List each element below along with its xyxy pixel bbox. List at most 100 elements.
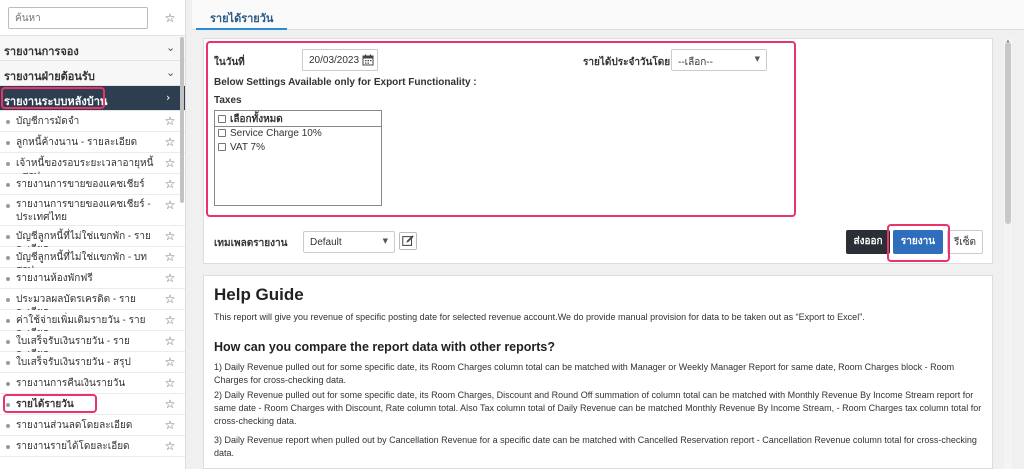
- edit-icon: [402, 235, 414, 246]
- sidebar-item-label: รายงานรายได้โดยละเอียด: [16, 441, 130, 452]
- date-label: ในวันที่: [214, 57, 245, 68]
- revenue-by-value: --เลือก--: [678, 57, 713, 68]
- export-button[interactable]: ส่งออก: [846, 230, 890, 254]
- star-icon[interactable]: ☆: [164, 335, 176, 347]
- scrollbar-thumb[interactable]: [1005, 42, 1011, 224]
- tax-option-label: VAT 7%: [230, 142, 266, 153]
- sidebar-item-label: ใบเสร็จรับเงินรายวัน - สรุป: [16, 357, 131, 368]
- help-point: 3) Daily Revenue report when pulled out …: [214, 435, 977, 458]
- group-label: รายงานฝ่ายต้อนรับ: [4, 71, 95, 83]
- search-input[interactable]: [8, 7, 148, 29]
- edit-template-button[interactable]: [399, 232, 417, 250]
- help-compare-title: How can you compare the report data with…: [214, 340, 556, 354]
- sidebar-item[interactable]: ลูกหนี้ค้างนาน - รายละเอียด ☆: [0, 132, 185, 153]
- sidebar-item[interactable]: ใบเสร็จรับเงินรายวัน - รายละเอียด☆: [0, 331, 185, 360]
- chevron-down-icon: ⌄: [166, 66, 176, 79]
- star-icon[interactable]: ☆: [164, 136, 176, 148]
- star-icon[interactable]: ☆: [164, 157, 176, 169]
- star-icon[interactable]: ☆: [164, 377, 176, 389]
- tax-select-all[interactable]: เลือกทั้งหมด: [218, 113, 283, 126]
- sidebar-item[interactable]: ค่าใช้จ่ายเพิ่มเติมรายวัน - รายละเอียด☆: [0, 310, 185, 339]
- star-icon[interactable]: ☆: [164, 314, 176, 326]
- tax-option[interactable]: Service Charge 10%: [218, 127, 322, 140]
- help-point: 1) Daily Revenue pulled out for some spe…: [214, 362, 955, 385]
- group-back-office-reports[interactable]: รายงานระบบหลังบ้าน ›: [0, 86, 185, 111]
- bullet-icon: [6, 277, 10, 281]
- star-icon[interactable]: ☆: [164, 115, 176, 127]
- sidebar-item-daily-revenue[interactable]: รายได้รายวัน ☆: [0, 394, 185, 415]
- sidebar-item[interactable]: รายงานการขายของแคชเชียร์ - ประเทศไทย ☆: [0, 195, 185, 226]
- bullet-icon: [6, 361, 10, 365]
- caret-down-icon: ▼: [382, 237, 388, 245]
- sidebar-item[interactable]: บัญชีลูกหนี้ที่ไม่ใช่แขกพัก - รายละเอียด…: [0, 226, 185, 255]
- sidebar-item[interactable]: ใบเสร็จรับเงินรายวัน - สรุป ☆: [0, 352, 185, 373]
- taxes-listbox[interactable]: เลือกทั้งหมด Service Charge 10% VAT 7%: [214, 110, 382, 206]
- star-icon[interactable]: ☆: [164, 251, 176, 263]
- bullet-icon: [6, 340, 10, 344]
- help-title: Help Guide: [214, 285, 304, 304]
- sidebar-item-label: รายงานห้องพักฟรี: [16, 273, 93, 284]
- star-icon[interactable]: ☆: [164, 356, 176, 368]
- reset-button[interactable]: รีเซ็ต: [947, 230, 983, 254]
- sidebar-item[interactable]: บัญชีลูกหนี้ที่ไม่ใช่แขกพัก - บทสรุป☆: [0, 247, 185, 276]
- sidebar-item[interactable]: รายงานห้องพักฟรี ☆: [0, 268, 185, 289]
- sidebar-item[interactable]: เจ้าหนี้ของรอบระยะเวลาอายุหนี้ - สรุป☆: [0, 153, 185, 182]
- report-button[interactable]: รายงาน: [893, 230, 943, 254]
- sidebar-item-label: บัญชีการมัดจำ: [16, 116, 80, 127]
- revenue-by-label: รายได้ประจำวันโดย: [583, 57, 671, 68]
- star-icon[interactable]: ☆: [164, 230, 176, 242]
- taxes-label: Taxes: [214, 95, 242, 106]
- bullet-icon: [6, 256, 10, 260]
- star-icon[interactable]: ☆: [164, 293, 176, 305]
- bullet-icon: [6, 183, 10, 187]
- star-icon[interactable]: ☆: [164, 440, 176, 452]
- tab-daily-revenue[interactable]: รายได้รายวัน: [196, 0, 288, 30]
- group-label: รายงานระบบหลังบ้าน: [4, 96, 108, 108]
- bullet-icon: [6, 235, 10, 239]
- bullet-icon: [6, 162, 10, 166]
- sidebar-item[interactable]: รายงานส่วนลดโดยละเอียด ☆: [0, 415, 185, 436]
- template-label: เทมเพลตรายงาน: [214, 238, 288, 249]
- checkbox-icon[interactable]: [218, 129, 226, 137]
- template-select[interactable]: Default ▼: [303, 231, 395, 253]
- sidebar-item[interactable]: ประมวลผลบัตรเครดิต - รายละเอียด☆: [0, 289, 185, 318]
- bullet-icon: [6, 319, 10, 323]
- sidebar: ☆ รายงานการจอง ⌄ รายงานฝ่ายต้อนรับ ⌄ ราย…: [0, 0, 186, 469]
- bullet-icon: [6, 120, 10, 124]
- calendar-icon[interactable]: [362, 54, 374, 66]
- tax-select-all-label: เลือกทั้งหมด: [230, 114, 283, 125]
- tab-bar: รายได้รายวัน: [192, 0, 1024, 30]
- revenue-by-select[interactable]: --เลือก-- ▼: [671, 49, 767, 71]
- sidebar-scrollbar[interactable]: [180, 37, 184, 203]
- star-icon[interactable]: ☆: [164, 272, 176, 284]
- group-reservation-reports[interactable]: รายงานการจอง ⌄: [0, 36, 185, 61]
- tax-option[interactable]: VAT 7%: [218, 141, 265, 154]
- bullet-icon: [6, 141, 10, 145]
- sidebar-item-label: รายงานการขายของแคชเชียร์: [16, 179, 145, 190]
- star-icon[interactable]: ☆: [164, 419, 176, 431]
- sidebar-item-label: รายงานส่วนลดโดยละเอียด: [16, 420, 133, 431]
- checkbox-icon[interactable]: [218, 115, 226, 123]
- sidebar-item[interactable]: รายงานการคืนเงินรายวัน ☆: [0, 373, 185, 394]
- bullet-icon: [6, 382, 10, 386]
- bullet-icon: [6, 445, 10, 449]
- bullet-icon: [6, 424, 10, 428]
- chevron-right-icon: ›: [166, 91, 171, 104]
- group-front-desk-reports[interactable]: รายงานฝ่ายต้อนรับ ⌄: [0, 61, 185, 86]
- star-icon[interactable]: ☆: [164, 178, 176, 190]
- sidebar-item[interactable]: บัญชีการมัดจำ ☆: [0, 111, 185, 132]
- main-scrollbar[interactable]: ▲: [1004, 38, 1012, 469]
- sidebar-item-label: รายงานการคืนเงินรายวัน: [16, 378, 126, 389]
- star-icon[interactable]: ☆: [164, 12, 176, 24]
- sidebar-item[interactable]: รายงานการขายของแคชเชียร์ ☆: [0, 174, 185, 195]
- help-intro: This report will give you revenue of spe…: [214, 312, 865, 322]
- template-value: Default: [310, 237, 342, 248]
- caret-down-icon: ▼: [754, 55, 760, 63]
- chevron-down-icon: ⌄: [166, 41, 176, 54]
- checkbox-icon[interactable]: [218, 143, 226, 151]
- group-label: รายงานการจอง: [4, 46, 79, 58]
- star-icon[interactable]: ☆: [164, 199, 176, 211]
- sidebar-search-row: ☆: [0, 0, 185, 36]
- star-icon[interactable]: ☆: [164, 398, 176, 410]
- sidebar-item[interactable]: รายงานรายได้โดยละเอียด ☆: [0, 436, 185, 457]
